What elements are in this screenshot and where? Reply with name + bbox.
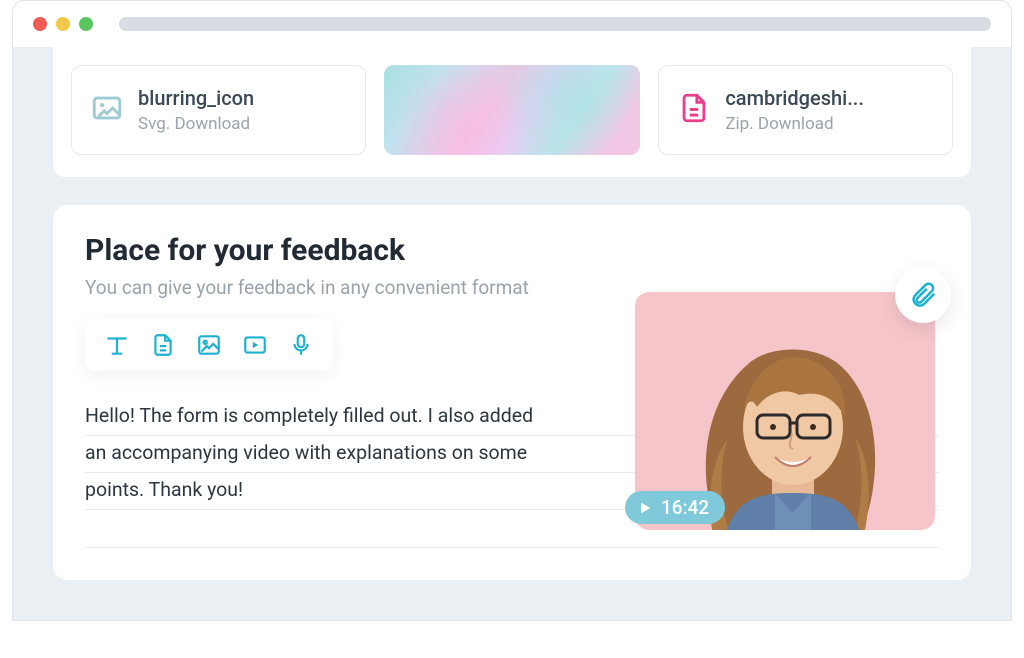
attachment-card[interactable]: cambridgeshi... Zip. Download [658, 65, 953, 155]
video-tool-button[interactable] [241, 331, 269, 359]
document-file-icon [677, 91, 711, 129]
address-bar[interactable] [119, 17, 991, 31]
title-bar [13, 1, 1011, 47]
browser-window: blurring_icon Svg. Download cambridgeshi… [12, 0, 1012, 621]
attachments-panel: blurring_icon Svg. Download cambridgeshi… [53, 47, 971, 177]
attachment-title: blurring_icon [138, 86, 347, 110]
play-icon [637, 500, 653, 516]
audio-tool-button[interactable] [287, 331, 315, 359]
attachment-subtitle: Svg. Download [138, 114, 347, 134]
minimize-window-button[interactable] [56, 17, 70, 31]
close-window-button[interactable] [33, 17, 47, 31]
attachment-subtitle: Zip. Download [725, 114, 934, 134]
attach-file-button[interactable] [895, 267, 951, 323]
attachment-card[interactable]: blurring_icon Svg. Download [71, 65, 366, 155]
document-tool-button[interactable] [149, 331, 177, 359]
feedback-panel: Place for your feedback You can give you… [53, 205, 971, 580]
image-tool-button[interactable] [195, 331, 223, 359]
video-duration: 16:42 [661, 496, 709, 519]
attachment-title: cambridgeshi... [725, 86, 934, 110]
maximize-window-button[interactable] [79, 17, 93, 31]
window-controls [33, 17, 93, 31]
feedback-heading: Place for your feedback [85, 233, 939, 268]
video-attachment: 16:42 [615, 285, 935, 530]
attachment-thumbnail[interactable] [384, 65, 641, 155]
page-content: blurring_icon Svg. Download cambridgeshi… [13, 47, 1011, 620]
format-toolbar [85, 319, 333, 371]
text-tool-button[interactable] [103, 331, 131, 359]
image-file-icon [90, 91, 124, 129]
video-play-badge[interactable]: 16:42 [625, 491, 725, 524]
